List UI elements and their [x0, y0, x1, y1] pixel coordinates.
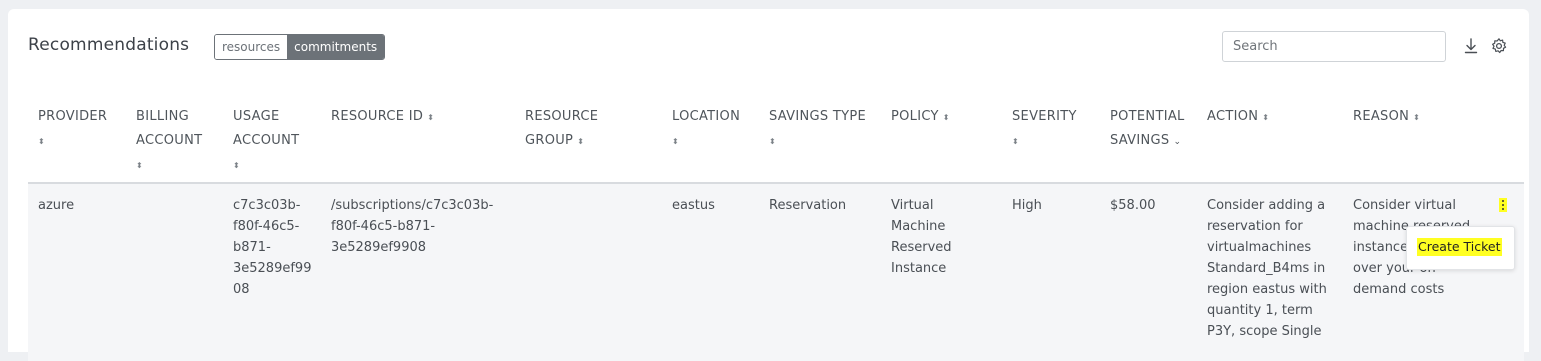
row-actions-menu: Create Ticket	[1406, 226, 1515, 270]
column-header-billing-account[interactable]: BILLING ACCOUNT ⬍	[136, 105, 202, 178]
sort-icon: ⬍	[769, 137, 776, 146]
column-label: USAGE	[233, 109, 280, 124]
toggle-resources[interactable]: resources	[215, 35, 288, 59]
column-label: ACCOUNT	[136, 133, 203, 148]
column-label: PROVIDER	[38, 109, 108, 124]
sort-icon: ⬍	[427, 113, 434, 122]
column-header-severity[interactable]: SEVERITY ⬍	[1012, 105, 1077, 154]
cell-action: Consider adding a reservation for virtua…	[1207, 198, 1327, 339]
cell-savings-type: Reservation	[769, 198, 847, 213]
cell-usage-account: c7c3c03b- f80f-46c5- b871- 3e5289ef99 08	[233, 198, 312, 297]
sort-icon: ⬍	[233, 161, 240, 170]
cell-severity: High	[1012, 198, 1042, 213]
cell-policy: Virtual Machine Reserved Instance	[891, 198, 952, 276]
cell-location: eastus	[672, 198, 715, 213]
column-label: RESOURCE ID	[331, 109, 424, 124]
column-label: SAVINGS	[1110, 133, 1170, 148]
create-ticket-menu-item[interactable]: Create Ticket	[1417, 238, 1502, 256]
sort-icon: ⬍	[942, 113, 950, 122]
column-label: POLICY	[891, 109, 939, 124]
toggle-commitments[interactable]: commitments	[287, 35, 385, 59]
download-icon[interactable]	[1462, 37, 1480, 55]
sort-icon: ⬍	[1413, 113, 1420, 122]
column-header-location[interactable]: LOCATION ⬍	[672, 105, 740, 154]
sort-icon: ⬍	[38, 137, 45, 146]
sort-icon: ⬍	[1012, 137, 1019, 146]
row-actions-kebab-icon[interactable]	[1499, 198, 1507, 212]
column-label: POTENTIAL	[1110, 109, 1185, 124]
column-header-reason[interactable]: REASON ⬍	[1353, 105, 1420, 130]
cell-potential-savings: $58.00	[1110, 198, 1156, 213]
sort-icon: ⬍	[672, 137, 679, 146]
sort-icon: ⬍	[1262, 113, 1269, 122]
column-label: BILLING	[136, 109, 189, 124]
view-toggle: resources commitments	[214, 34, 386, 60]
column-label: RESOURCE	[525, 109, 599, 124]
page-title: Recommendations	[28, 35, 190, 55]
cell-resource-id: /subscriptions/c7c3c03b- f80f-46c5-b871-…	[331, 198, 494, 255]
column-label: LOCATION	[672, 109, 741, 124]
column-label: REASON	[1353, 109, 1410, 124]
gear-icon[interactable]	[1490, 37, 1508, 55]
column-header-provider[interactable]: PROVIDER ⬍	[38, 105, 107, 154]
column-header-usage-account[interactable]: USAGE ACCOUNT ⬍	[233, 105, 299, 178]
sort-icon: ⬍	[136, 161, 143, 170]
search-input[interactable]	[1222, 31, 1446, 62]
column-label: GROUP	[525, 133, 574, 148]
column-label: ACCOUNT	[233, 133, 300, 148]
column-header-savings-type[interactable]: SAVINGS TYPE ⬍	[769, 105, 866, 154]
sort-icon: ⬍	[577, 137, 584, 146]
recommendations-card: Recommendations resources commitments PR…	[8, 9, 1529, 361]
column-header-policy[interactable]: POLICY ⬍	[891, 105, 949, 130]
cell-provider: azure	[38, 198, 75, 213]
column-label: ACTION	[1207, 109, 1259, 124]
column-header-potential-savings[interactable]: POTENTIAL SAVINGS ⌄	[1110, 105, 1185, 154]
column-header-resource-id[interactable]: RESOURCE ID ⬍	[331, 105, 434, 130]
sort-desc-icon: ⌄	[1173, 137, 1181, 147]
column-label: SAVINGS TYPE	[769, 109, 866, 124]
column-label: SEVERITY	[1012, 109, 1077, 124]
column-header-resource-group[interactable]: RESOURCE GROUP ⬍	[525, 105, 598, 154]
column-header-action[interactable]: ACTION ⬍	[1207, 105, 1269, 130]
